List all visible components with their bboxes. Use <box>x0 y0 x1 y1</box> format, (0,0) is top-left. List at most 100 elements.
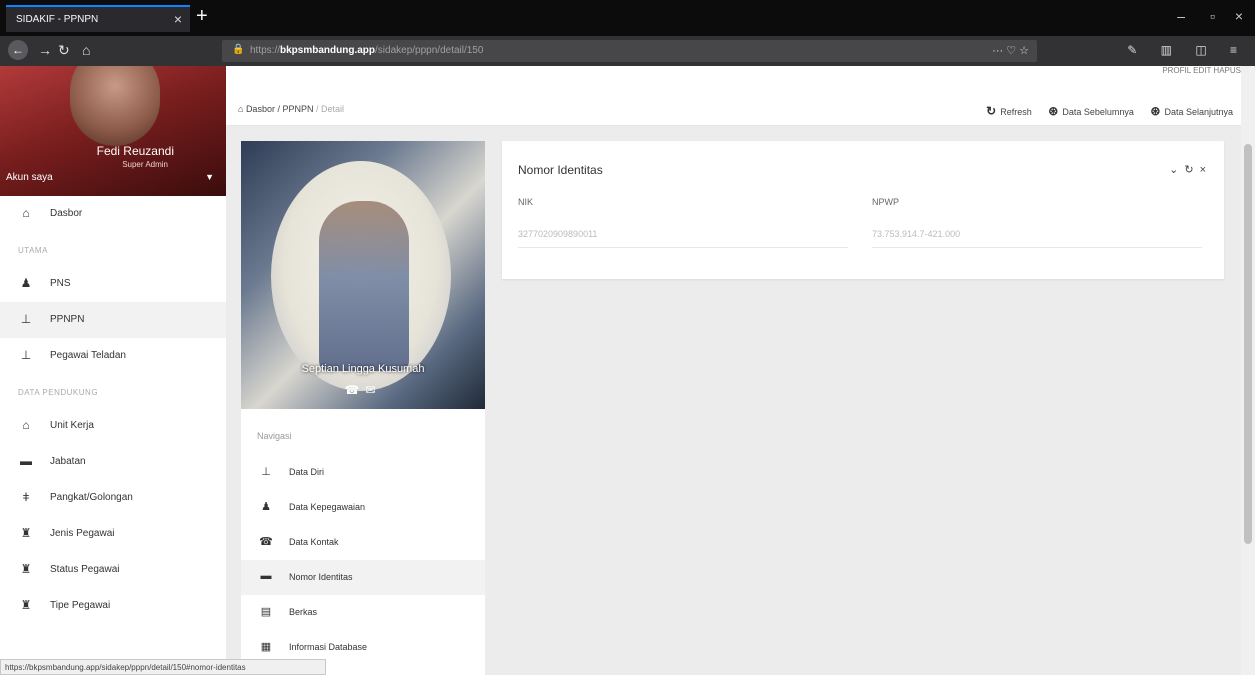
breadcrumb: ⌂ Dasbor / PPNPN / Detail <box>238 104 345 114</box>
nik-value: 3277020909890011 <box>518 229 848 248</box>
browser-status-url: https://bkpsmbandung.app/sidakep/pppn/de… <box>0 659 326 675</box>
back-icon[interactable]: ← <box>8 40 28 60</box>
close-window-icon[interactable]: × <box>1235 8 1243 24</box>
nav-item-label: Informasi Database <box>289 642 368 652</box>
npwp-label: NPWP <box>872 197 899 207</box>
user-star-icon: ⊥ <box>20 348 32 362</box>
identity-card: Nomor Identitas ⌄↻× NIK 3277020909890011… <box>502 141 1224 279</box>
refresh-icon[interactable]: ↻ <box>1184 164 1199 176</box>
prev-data-button[interactable]: ⊛ Data Sebelumnya <box>1048 104 1134 118</box>
collapse-icon[interactable]: ⌄ <box>1169 164 1184 176</box>
tab-close-icon[interactable]: × <box>174 11 182 27</box>
sidebar-item-label: Dasbor <box>50 208 83 219</box>
phone-icon[interactable]: ☎ <box>344 383 365 397</box>
next-label: Data Selanjutnya <box>1164 107 1233 117</box>
detail-navigation: Navigasi ⊥ Data Diri ♟ Data Kepegawaian … <box>241 409 485 675</box>
refresh-label: Refresh <box>1000 107 1032 117</box>
sidebar-item-label: Jabatan <box>50 456 86 467</box>
sidebar-item-jenis-pegawai[interactable]: ♜ Jenis Pegawai <box>0 516 226 552</box>
home-icon[interactable]: ⌂ <box>82 42 90 58</box>
nik-field: NIK 3277020909890011 <box>518 197 848 248</box>
navigation-header: Navigasi <box>257 431 292 441</box>
card-title: Nomor Identitas <box>518 163 603 177</box>
refresh-button[interactable]: ↻ Refresh <box>986 104 1032 118</box>
sidebar-item-label: Pangkat/Golongan <box>50 492 133 503</box>
user-name: Fedi Reuzandi <box>96 144 174 158</box>
npwp-field: NPWP 73.753.914.7-421.000 <box>872 197 1202 248</box>
close-icon[interactable]: × <box>1200 164 1212 176</box>
sidebar-item-ppnpn[interactable]: ⊥ PPNPN <box>0 302 226 338</box>
sidebar-item-unit-kerja[interactable]: ⌂ Unit Kerja <box>0 408 226 444</box>
sidebar-item-pegawai-teladan[interactable]: ⊥ Pegawai Teladan <box>0 338 226 374</box>
nav-item-label: Berkas <box>289 607 318 617</box>
prev-label: Data Sebelumnya <box>1062 107 1134 117</box>
next-data-button[interactable]: ⊛ Data Selanjutnya <box>1150 104 1233 118</box>
sidebar-item-jabatan[interactable]: ▬ Jabatan <box>0 444 226 480</box>
browser-nav-bar: ← → ↻ ⌂ 🔒 https://bkpsmbandung.app/sidak… <box>0 36 1255 66</box>
users-icon: ♜ <box>20 526 32 540</box>
scrollbar-thumb[interactable] <box>1244 144 1252 544</box>
prev-circle-icon: ⊛ <box>1048 104 1059 118</box>
file-icon: ▤ <box>260 606 272 618</box>
page-scrollbar[interactable] <box>1241 66 1255 675</box>
sidebar-item-label: PPNPN <box>50 314 85 325</box>
database-icon: ▦ <box>260 641 272 653</box>
browser-tab[interactable]: SIDAKIF - PPNPN × <box>6 5 190 32</box>
nav-item-nomor-identitas[interactable]: ▬ Nomor Identitas <box>241 560 485 595</box>
sidebar-item-label: Jenis Pegawai <box>50 528 115 539</box>
npwp-value: 73.753.914.7-421.000 <box>872 229 1202 248</box>
email-icon[interactable]: ✉ <box>365 383 381 397</box>
breadcrumb-home[interactable]: Dasbor <box>246 104 275 114</box>
nav-item-data-kepegawaian[interactable]: ♟ Data Kepegawaian <box>241 490 485 525</box>
forward-icon[interactable]: → <box>38 42 52 58</box>
home-icon: ⌂ <box>22 206 30 220</box>
user-tie-icon: ♟ <box>261 501 271 513</box>
phone-icon: ☎ <box>259 536 273 548</box>
nav-item-label: Nomor Identitas <box>289 572 353 582</box>
page-actions-icon[interactable]: ··· ♡ ☆ <box>992 44 1029 57</box>
user-profile-header: Fedi Reuzandi Super Admin Akun saya ▼ <box>0 66 226 196</box>
sidebar-item-status-pegawai[interactable]: ♜ Status Pegawai <box>0 552 226 588</box>
sidebar-item-label: Pegawai Teladan <box>50 350 126 361</box>
users-status-icon: ♜ <box>20 562 32 576</box>
toolbar-icons[interactable]: ✎ ▥ ◫ ≡ <box>1127 43 1247 57</box>
sidebar-item-pns[interactable]: ♟ PNS <box>0 266 226 302</box>
sidebar-item-dasbor[interactable]: ⌂ Dasbor <box>0 196 226 232</box>
breadcrumb-section[interactable]: PPNPN <box>282 104 313 114</box>
contact-icons: ☎✉ <box>241 383 485 397</box>
rank-icon: ǂ <box>22 490 30 504</box>
sidebar-section-header: UTAMA <box>18 246 48 255</box>
minimize-icon[interactable]: – <box>1177 8 1185 24</box>
maximize-icon[interactable]: ▫ <box>1210 8 1215 24</box>
id-card-icon: ▬ <box>260 570 272 582</box>
employee-name: Septian Lingga Kusumah <box>301 363 425 375</box>
refresh-icon: ↻ <box>986 104 997 118</box>
url-prefix: https:// <box>250 45 281 56</box>
user-role: Super Admin <box>122 160 168 169</box>
nav-item-berkas[interactable]: ▤ Berkas <box>241 595 485 630</box>
breadcrumb-current: Detail <box>321 104 345 114</box>
home-icon: ⌂ <box>238 104 246 114</box>
employee-photo-card: Septian Lingga Kusumah ☎✉ <box>241 141 485 409</box>
sidebar-item-label: Unit Kerja <box>50 420 94 431</box>
url-bar[interactable]: 🔒 https://bkpsmbandung.app/sidakep/pppn/… <box>222 40 1037 62</box>
lock-icon: 🔒 <box>232 44 245 55</box>
sidebar-item-pangkat-golongan[interactable]: ǂ Pangkat/Golongan <box>0 480 226 516</box>
page-header: PROFIL EDIT HAPUS ⌂ Dasbor / PPNPN / Det… <box>226 66 1241 126</box>
new-tab-icon[interactable]: + <box>196 5 208 27</box>
nav-item-data-diri[interactable]: ⊥ Data Diri <box>241 455 485 490</box>
top-links[interactable]: PROFIL EDIT HAPUS <box>1162 66 1241 75</box>
sidebar-item-tipe-pegawai[interactable]: ♜ Tipe Pegawai <box>0 588 226 624</box>
sidebar-item-label: Status Pegawai <box>50 564 120 575</box>
browser-tab-bar: SIDAKIF - PPNPN × + – ▫ × <box>0 0 1255 36</box>
reload-icon[interactable]: ↻ <box>58 42 70 59</box>
user-tie-icon: ♟ <box>20 276 32 290</box>
next-circle-icon: ⊛ <box>1150 104 1161 118</box>
caret-down-icon[interactable]: ▼ <box>205 172 214 182</box>
user-icon: ⊥ <box>20 312 32 326</box>
building-icon: ⌂ <box>22 418 30 432</box>
account-menu-label[interactable]: Akun saya <box>6 172 53 183</box>
header-actions: ↻ Refresh ⊛ Data Sebelumnya ⊛ Data Selanjut… <box>972 104 1233 118</box>
nav-item-data-kontak[interactable]: ☎ Data Kontak <box>241 525 485 560</box>
nav-item-label: Data Diri <box>289 467 325 477</box>
